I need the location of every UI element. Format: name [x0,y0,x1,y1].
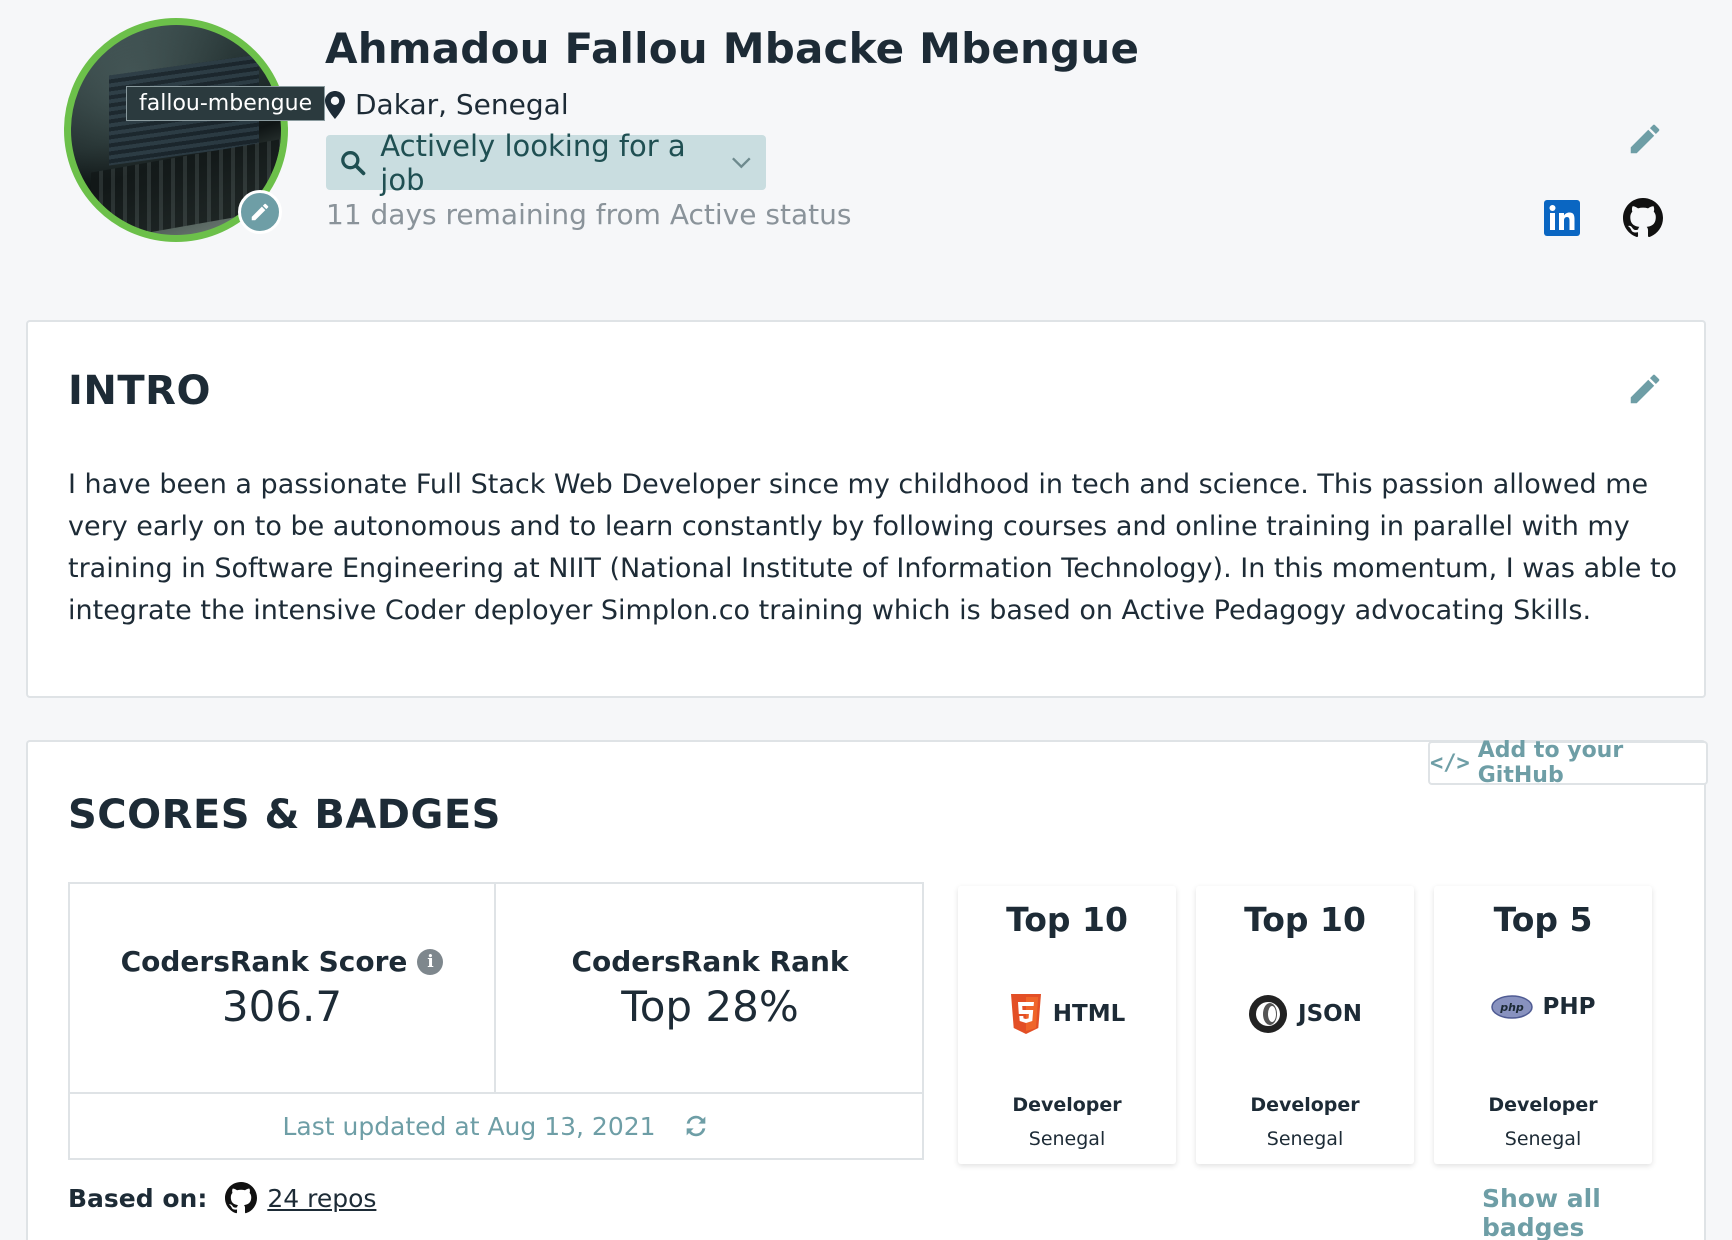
last-updated-row: Last updated at Aug 13, 2021 [70,1092,922,1158]
linkedin-icon [1544,200,1580,236]
status-remaining-text: 11 days remaining from Active status [326,198,852,231]
map-pin-icon [325,90,345,119]
github-icon [225,1182,258,1214]
php-icon: php [1490,995,1533,1019]
badge-place: Senegal [1028,1128,1106,1150]
github-icon [1623,198,1663,238]
svg-text:php: php [1499,1001,1524,1014]
score-column: CodersRank Score i 306.7 [70,884,496,1092]
score-title: CodersRank Score i [121,945,444,978]
badge-card-php[interactable]: Top 5 php PHP Developer Senegal [1434,886,1652,1164]
badge-language: php PHP [1434,994,1652,1020]
scores-title: SCORES & BADGES [68,792,501,838]
badge-language: HTML [958,994,1176,1034]
add-to-github-button[interactable]: </> Add to your GitHub [1428,738,1708,788]
edit-intro-button[interactable] [1626,370,1664,413]
rank-column: CodersRank Rank Top 28% [496,884,924,1092]
code-icon: </> [1430,750,1470,776]
github-link[interactable] [1623,198,1663,243]
badge-language-label: HTML [1052,1001,1126,1027]
job-status-dropdown[interactable]: Actively looking for a job [326,129,766,197]
score-label: CodersRank Score [120,945,408,978]
html5-icon [1010,994,1041,1034]
intro-title: INTRO [68,368,211,414]
edit-profile-button[interactable] [1626,120,1664,163]
info-icon[interactable]: i [417,948,444,975]
score-value: 306.7 [221,982,343,1031]
badge-role: Developer [1012,1094,1122,1116]
avatar-container [64,18,288,242]
location: Dakar, Senegal [325,88,569,121]
badge-place: Senegal [1504,1128,1582,1150]
search-icon [341,150,366,175]
badge-card-html[interactable]: Top 10 HTML Developer Senegal [958,886,1176,1164]
pencil-icon [1630,124,1660,154]
intro-text: I have been a passionate Full Stack Web … [68,469,1678,626]
scores-card: </> Add to your GitHub SCORES & BADGES C… [26,738,1708,1240]
avatar-edit-button[interactable] [238,190,282,234]
badge-rank: Top 10 [1244,900,1366,939]
badge-rank: Top 5 [1493,900,1593,939]
show-all-badges-link[interactable]: Show all badges [1482,1184,1704,1240]
rank-label: CodersRank Rank [571,945,849,978]
refresh-icon[interactable] [682,1112,710,1140]
badge-role: Developer [1488,1094,1598,1116]
chevron-down-icon [732,156,751,168]
username-tooltip: fallou-mbengue [126,86,326,121]
based-on-row: Based on: 24 repos [68,1182,376,1214]
rank-value: Top 28% [621,982,799,1031]
profile-name: Ahmadou Fallou Mbacke Mbengue [325,24,1140,73]
badge-role: Developer [1250,1094,1360,1116]
badge-rank: Top 10 [1006,900,1128,939]
badge-card-json[interactable]: Top 10 JSON Developer Senegal [1196,886,1414,1164]
linkedin-link[interactable] [1544,200,1580,241]
last-updated-text: Last updated at Aug 13, 2021 [282,1111,656,1141]
intro-card: INTRO I have been a passionate Full Stac… [26,320,1706,698]
repos-link[interactable]: 24 repos [267,1184,376,1213]
job-status-label: Actively looking for a job [380,128,686,197]
badge-place: Senegal [1266,1128,1344,1150]
pencil-icon [251,203,269,221]
badge-language-label: JSON [1298,1001,1362,1027]
json-icon [1249,995,1288,1033]
score-summary: CodersRank Score i 306.7 CodersRank Rank… [68,882,924,1160]
location-text: Dakar, Senegal [355,88,569,121]
add-to-github-label: Add to your GitHub [1477,738,1624,788]
badge-language-label: PHP [1542,994,1596,1020]
based-on-label: Based on: [68,1183,208,1213]
badge-language: JSON [1196,994,1414,1034]
pencil-icon [1630,374,1660,404]
